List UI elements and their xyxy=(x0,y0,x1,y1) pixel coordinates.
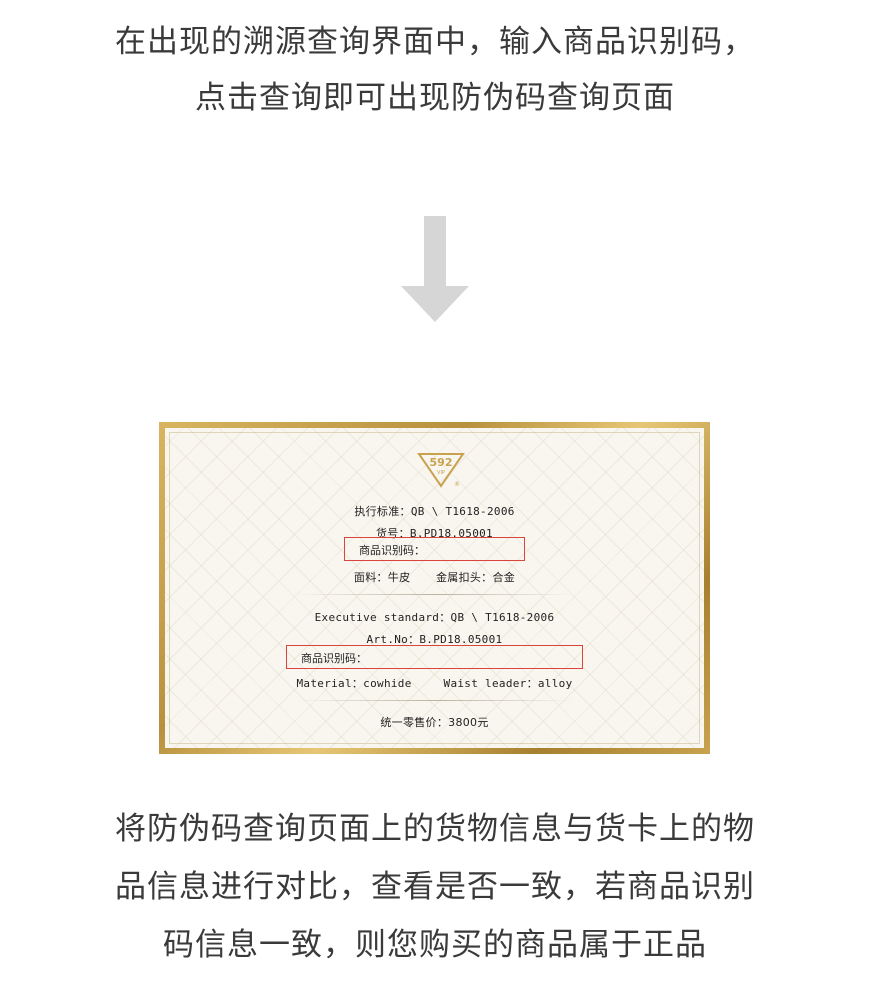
svg-text:592: 592 xyxy=(430,456,453,469)
cn-material-row: 面料：牛皮 金属扣头：合金 xyxy=(165,569,704,585)
cn-buckle: 金属扣头：合金 xyxy=(435,571,516,584)
down-arrow-icon xyxy=(401,216,469,322)
en-leader: Waist leader：alloy xyxy=(443,677,573,690)
outro-text: 将防伪码查询页面上的货物信息与货卡上的物 品信息进行对比，查看是否一致，若商品识… xyxy=(0,800,870,974)
en-material: Material：cowhide xyxy=(296,677,412,690)
en-standard: Executive standard：QB \ T1618-2006 xyxy=(314,611,555,624)
outro-line-3: 码信息一致，则您购买的商品属于正品 xyxy=(163,927,707,963)
intro-line-1: 在出现的溯源查询界面中，输入商品识别码， xyxy=(115,24,755,60)
cn-code-label: 商品识别码： xyxy=(359,544,425,557)
outro-line-1: 将防伪码查询页面上的货物信息与货卡上的物 xyxy=(115,811,755,847)
svg-text:VIP: VIP xyxy=(437,470,445,476)
outro-line-2: 品信息进行对比，查看是否一致，若商品识别 xyxy=(115,869,755,905)
brand-logo-icon: 592 VIP ® xyxy=(417,453,465,488)
svg-text:®: ® xyxy=(454,481,460,488)
product-card-image: 592 VIP ® 执行标准：QB \ T1618-2006 货号：B.PD18… xyxy=(159,422,710,754)
card-divider xyxy=(295,594,575,595)
intro-text: 在出现的溯源查询界面中，输入商品识别码， 点击查询即可出现防伪码查询页面 xyxy=(0,14,870,126)
en-code-label: 商品识别码： xyxy=(301,652,367,665)
cn-material: 面料：牛皮 xyxy=(353,571,411,584)
cn-standard: 执行标准：QB \ T1618-2006 xyxy=(354,505,515,518)
card-divider-2 xyxy=(295,700,575,701)
en-material-row: Material：cowhide Waist leader：alloy xyxy=(165,675,704,691)
retail-price: 统一零售价：3800元 xyxy=(380,716,489,729)
product-card: 592 VIP ® 执行标准：QB \ T1618-2006 货号：B.PD18… xyxy=(165,428,704,748)
intro-line-2: 点击查询即可出现防伪码查询页面 xyxy=(195,80,675,116)
